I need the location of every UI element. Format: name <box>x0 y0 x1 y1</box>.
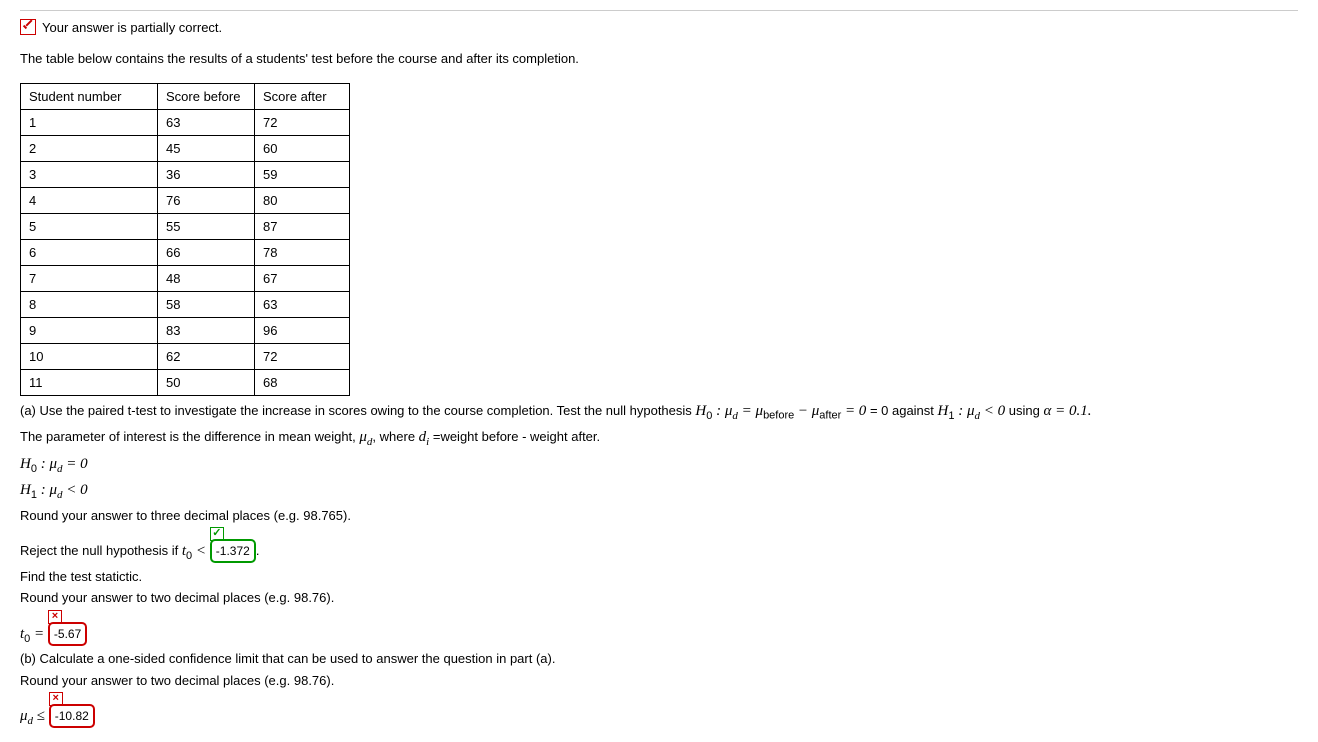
before-sub: before <box>763 409 794 421</box>
t0-result-line: t0 = × -5.67 <box>20 622 1298 648</box>
h0-line: H0 : μd = 0 <box>20 453 1298 478</box>
mu-leq: μd ≤ <box>20 708 49 724</box>
table-row: 55587 <box>21 213 350 239</box>
table-row: 33659 <box>21 161 350 187</box>
table-row: 47680 <box>21 187 350 213</box>
h0-eq: H0 : μd = 0 <box>20 456 88 472</box>
round3-line: Round your answer to three decimal place… <box>20 506 1298 526</box>
table-cell: 50 <box>158 369 255 395</box>
table-cell: 5 <box>21 213 158 239</box>
table-cell: 96 <box>255 317 350 343</box>
table-cell: 83 <box>158 317 255 343</box>
param-line: The parameter of interest is the differe… <box>20 426 1298 451</box>
table-row: 115068 <box>21 369 350 395</box>
table-row: 24560 <box>21 135 350 161</box>
t0-less: t0 < <box>182 543 210 559</box>
table-cell: 55 <box>158 213 255 239</box>
x-icon-2: × <box>49 692 63 706</box>
table-cell: 68 <box>255 369 350 395</box>
h1-symbol: H1 : μd < 0 <box>938 403 1006 419</box>
reject-line: Reject the null hypothesis if t0 < ✓ -1.… <box>20 539 1298 565</box>
mu-d: μd <box>359 429 372 445</box>
table-cell: 67 <box>255 265 350 291</box>
table-cell: 78 <box>255 239 350 265</box>
h0-symbol: H0 : μd = μ <box>695 403 763 419</box>
h1-line: H1 : μd < 0 <box>20 479 1298 504</box>
header-student: Student number <box>21 83 158 109</box>
table-cell: 72 <box>255 343 350 369</box>
table-cell: 6 <box>21 239 158 265</box>
table-cell: 87 <box>255 213 350 239</box>
table-row: 74867 <box>21 265 350 291</box>
t0-input[interactable]: × -5.67 <box>48 622 87 646</box>
table-cell: 72 <box>255 109 350 135</box>
table-cell: 4 <box>21 187 158 213</box>
table-cell: 11 <box>21 369 158 395</box>
table-cell: 7 <box>21 265 158 291</box>
table-cell: 63 <box>255 291 350 317</box>
table-cell: 59 <box>255 161 350 187</box>
status-row: Your answer is partially correct. <box>20 19 1298 35</box>
part-a-line: (a) Use the paired t-test to investigate… <box>20 400 1298 425</box>
param-mid: , where <box>372 429 418 444</box>
table-cell: 36 <box>158 161 255 187</box>
reject-pre: Reject the null hypothesis if <box>20 543 182 558</box>
critical-value-input[interactable]: ✓ -1.372 <box>210 539 256 563</box>
table-cell: 2 <box>21 135 158 161</box>
table-row: 66678 <box>21 239 350 265</box>
table-cell: 1 <box>21 109 158 135</box>
minus: − μ <box>798 403 819 419</box>
header-before: Score before <box>158 83 255 109</box>
h1-eq: H1 : μd < 0 <box>20 482 88 498</box>
table-cell: 62 <box>158 343 255 369</box>
mu-result-line: μd ≤ × -10.82 <box>20 704 1298 730</box>
table-cell: 45 <box>158 135 255 161</box>
table-header-row: Student number Score before Score after <box>21 83 350 109</box>
partial-check-icon <box>20 19 36 35</box>
x-icon: × <box>48 610 62 624</box>
alpha-eq: α = 0.1. <box>1043 403 1091 419</box>
table-row: 106272 <box>21 343 350 369</box>
d-i: di <box>419 429 430 445</box>
table-cell: 76 <box>158 187 255 213</box>
t0-value: -5.67 <box>54 627 81 641</box>
against-text: = 0 against <box>870 403 938 418</box>
header-after: Score after <box>255 83 350 109</box>
table-cell: 66 <box>158 239 255 265</box>
scores-table: Student number Score before Score after … <box>20 83 350 396</box>
mu-value: -10.82 <box>55 709 89 723</box>
param-pre: The parameter of interest is the differe… <box>20 429 359 444</box>
round2-line-b: Round your answer to two decimal places … <box>20 671 1298 691</box>
mu-input[interactable]: × -10.82 <box>49 704 95 728</box>
intro-text: The table below contains the results of … <box>20 49 1298 69</box>
eq-zero: = 0 <box>845 403 866 419</box>
table-cell: 58 <box>158 291 255 317</box>
table-cell: 3 <box>21 161 158 187</box>
table-cell: 8 <box>21 291 158 317</box>
part-b-line: (b) Calculate a one-sided confidence lim… <box>20 649 1298 669</box>
find-stat-line: Find the test statictic. <box>20 567 1298 587</box>
critical-value: -1.372 <box>216 544 250 558</box>
using-text: using <box>1009 403 1044 418</box>
status-text: Your answer is partially correct. <box>42 20 222 35</box>
table-cell: 80 <box>255 187 350 213</box>
table-row: 98396 <box>21 317 350 343</box>
part-a-lead: (a) Use the paired t-test to investigate… <box>20 403 695 418</box>
table-cell: 9 <box>21 317 158 343</box>
table-cell: 60 <box>255 135 350 161</box>
after-sub: after <box>819 409 841 421</box>
t0-eq: t0 = <box>20 626 48 642</box>
table-row: 85863 <box>21 291 350 317</box>
table-cell: 10 <box>21 343 158 369</box>
table-cell: 48 <box>158 265 255 291</box>
round2-line-a: Round your answer to two decimal places … <box>20 588 1298 608</box>
param-post: =weight before - weight after. <box>429 429 600 444</box>
check-icon: ✓ <box>210 527 224 541</box>
table-cell: 63 <box>158 109 255 135</box>
table-row: 16372 <box>21 109 350 135</box>
